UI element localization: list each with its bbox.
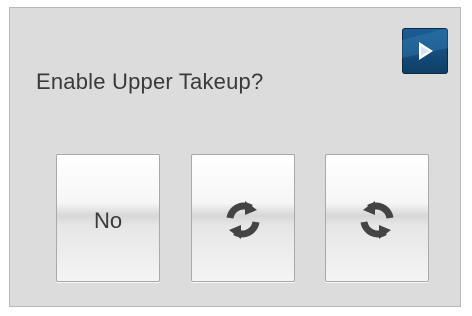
takeup-dialog: Enable Upper Takeup? No [9,7,461,307]
refresh-reverse-icon [360,201,394,239]
refresh-reverse-button[interactable] [325,154,429,282]
play-button[interactable] [402,28,448,74]
dialog-prompt: Enable Upper Takeup? [36,69,264,94]
no-button-label: No [93,208,123,233]
refresh-icon [226,201,260,239]
play-icon [402,28,448,60]
no-button[interactable]: No [56,154,160,282]
refresh-button[interactable] [191,154,295,282]
